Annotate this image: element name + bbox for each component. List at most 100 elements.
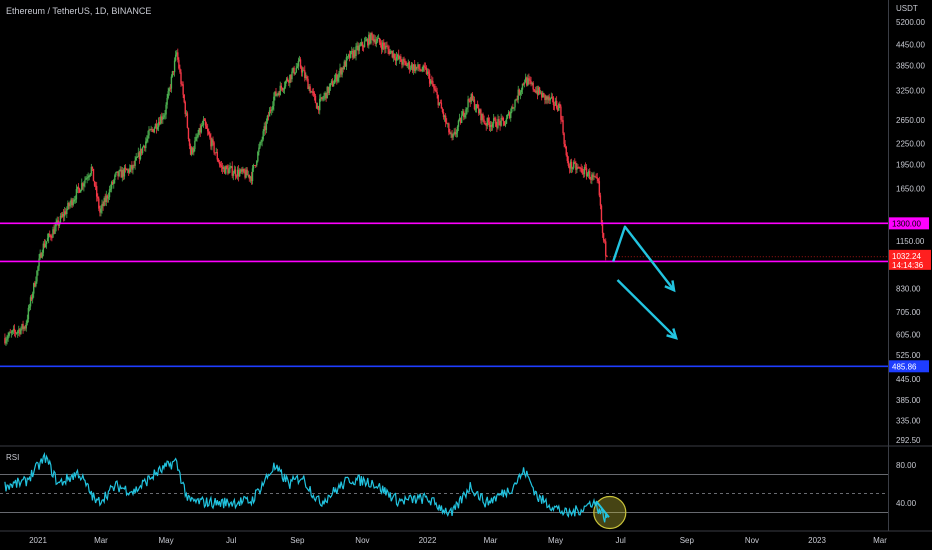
candle-body [98,198,100,209]
candle-body [166,97,168,105]
rsi-indicator-label[interactable]: RSI [6,453,19,462]
candle-body [20,328,22,334]
candle-body [273,96,275,106]
candle-body [6,338,8,341]
price-tick-label: 1150.00 [896,237,925,246]
time-tick-label: Sep [290,536,305,545]
candle-body [196,136,198,138]
candle-body [49,233,51,236]
candle-body [471,94,474,101]
time-tick-label: May [158,536,173,545]
symbol-title: Ethereum / TetherUS, 1D, BINANCE [6,6,152,16]
candle-body [204,120,207,126]
time-tick-label: Nov [745,536,759,545]
candle-body [313,93,316,96]
candle-body [261,139,263,142]
candle-body [358,45,360,51]
candle-body [580,167,582,169]
level-price-tag-label: 1300.00 [892,219,921,228]
candle-body [36,270,38,282]
candle-body [581,168,583,174]
candle-body [184,102,186,114]
candle-body [323,95,325,99]
candle-body [473,99,476,110]
candle-body [600,205,603,223]
candle-body [95,186,98,197]
candle-body [213,142,215,153]
candle-body [491,123,494,127]
candle-body [27,307,30,320]
candle-body [520,89,523,93]
candle-body [84,179,86,184]
candle-body [506,115,509,119]
candle-body [79,190,82,193]
candle-body [338,73,340,78]
candle-body [504,123,507,126]
candle-body [31,293,34,300]
price-tick-label: 605.00 [896,330,921,339]
candle-body [565,146,567,156]
candle-body [14,331,17,334]
candle-body [498,118,500,122]
time-tick-label: Mar [873,536,887,545]
candle-body [597,178,599,182]
price-tick-label: 1650.00 [896,185,925,194]
candle-body [395,56,398,61]
candle-body [602,233,605,241]
rsi-line [4,451,608,523]
candle-body [243,168,245,173]
candle-body [54,226,56,234]
candle-body [423,65,426,67]
candle-body [86,178,88,179]
candle-body [37,266,39,271]
candle-body [563,133,565,144]
candle-body [186,113,189,128]
candle-body [294,72,296,75]
candle-body [440,102,443,109]
candle-body [448,123,450,133]
candle-body [164,114,166,116]
candle-body [457,120,460,127]
candle-body [500,117,502,126]
candle-body [217,159,220,163]
price-tick-label: 705.00 [896,308,921,317]
time-tick-label: Jul [616,536,626,545]
candle-body [205,125,208,129]
countdown-timer-label: 14:14:36 [892,261,924,270]
candle-body [319,98,321,111]
candle-body [559,103,561,107]
candle-body [359,45,361,46]
price-tick-label: 3250.00 [896,86,925,95]
candle-body [163,115,165,118]
candle-body [11,330,14,333]
candle-body [187,127,190,139]
rsi-tick-label: 40.00 [896,499,917,508]
price-tick-label: 5200.00 [896,18,925,27]
candle-body [7,335,9,339]
candle-body [35,281,37,287]
candle-body [434,88,436,91]
candle-body [487,117,490,123]
candle-body [355,46,357,57]
candle-body [146,138,148,142]
candle-body [584,167,587,169]
candle-body [424,66,427,68]
price-tick-label: 830.00 [896,285,921,294]
candle-body [258,147,260,152]
candle-body [361,42,364,47]
candle-body [333,79,336,84]
candle-body [72,201,74,206]
candle-body [203,119,206,121]
candle-body [200,125,202,133]
chart-canvas[interactable]: 5200.00 4450.00 3850.00 3250.00 2650.00 2250.… [0,0,932,550]
candle-body [145,141,147,149]
candle-body [586,173,589,177]
candle-body [432,81,434,86]
candle-body [226,165,228,168]
candle-body [262,131,264,140]
time-tick-label: 2021 [29,536,47,545]
candle-body [505,118,508,124]
candle-body [571,167,574,169]
candle-body [260,141,262,143]
candle-body [272,105,274,110]
